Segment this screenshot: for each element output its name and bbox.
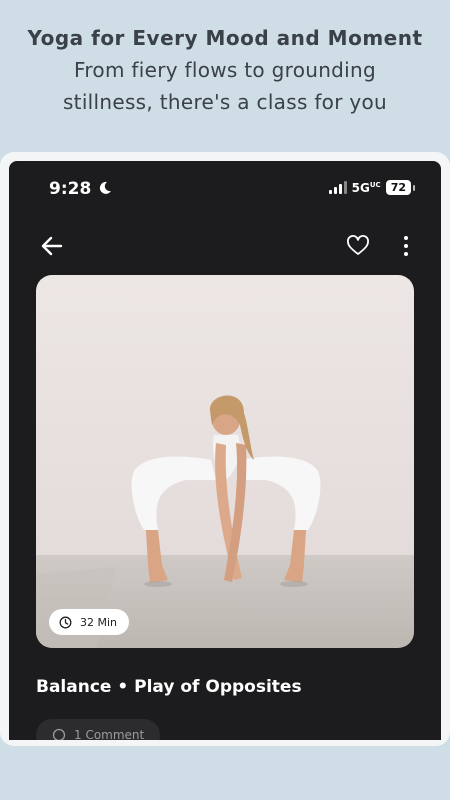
heart-icon[interactable] — [345, 233, 371, 259]
duration-badge: 32 Min — [49, 609, 130, 635]
promo-subtitle: From fiery flows to grounding stillness,… — [62, 58, 388, 114]
top-app-bar — [9, 227, 441, 267]
promo-title: Yoga for Every Mood and Moment — [27, 26, 423, 50]
class-hero-image[interactable]: 32 Min — [36, 275, 414, 648]
status-indicators: 5GUC 72 — [328, 180, 416, 195]
comments-label: 1 Comment — [74, 728, 145, 740]
back-arrow-icon[interactable] — [37, 231, 67, 261]
comment-icon — [52, 728, 66, 740]
duration-label: 32 Min — [80, 615, 118, 629]
status-bar: 9:28 5GUC 72 — [9, 161, 441, 219]
more-vertical-icon[interactable] — [399, 233, 413, 259]
yoga-pose-photo — [36, 275, 414, 648]
comments-button[interactable]: 1 Comment — [36, 719, 161, 740]
moon-icon — [99, 181, 111, 194]
promo-header: Yoga for Every Mood and Moment From fier… — [0, 22, 450, 118]
signal-icon — [328, 181, 347, 194]
status-time: 9:28 — [49, 179, 92, 199]
class-title: Balance • Play of Opposites — [36, 677, 302, 697]
phone-screen: 9:28 5GUC 72 32 Min Balance • Play of Op… — [9, 161, 441, 740]
battery-indicator: 72 — [385, 180, 416, 195]
network-type: 5GUC — [351, 180, 381, 195]
clock-icon — [59, 616, 72, 628]
